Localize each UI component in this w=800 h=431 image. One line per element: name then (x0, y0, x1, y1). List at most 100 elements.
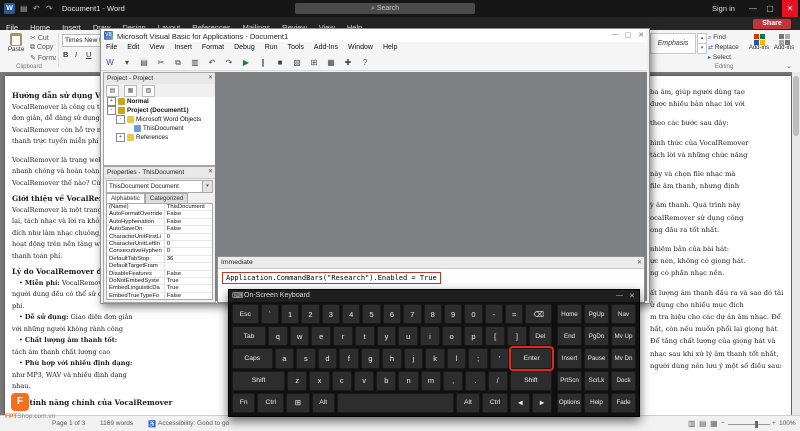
zoom-out-button[interactable]: − (721, 420, 725, 427)
key-7[interactable]: 7 (403, 304, 421, 324)
zoom-slider-thumb[interactable] (755, 421, 758, 428)
vba-menu-file[interactable]: File (101, 42, 122, 54)
key-backtick[interactable]: ` (261, 304, 279, 324)
cut-icon[interactable]: ✂ (153, 55, 169, 70)
redo-icon[interactable]: ↷ (221, 55, 237, 70)
key-comma[interactable]: , (443, 371, 463, 391)
zoom-level[interactable]: 100% (779, 420, 796, 427)
key-caps[interactable]: Caps (232, 348, 273, 368)
osk-minimize-button[interactable]: — (616, 292, 623, 299)
redo-icon[interactable]: ↷ (46, 3, 53, 14)
read-mode-icon[interactable]: ▥ (688, 419, 696, 428)
key-i[interactable]: i (420, 326, 440, 346)
project-explorer-icon[interactable]: ⊞ (306, 55, 322, 70)
word-count[interactable]: 1169 words (100, 420, 133, 427)
key-pgup[interactable]: PgUp (584, 304, 609, 324)
scrollbar-thumb[interactable] (793, 76, 799, 136)
property-value[interactable]: False (165, 219, 212, 226)
key-f[interactable]: f (339, 348, 359, 368)
insert-userform-icon[interactable]: ▾ (119, 55, 135, 70)
key-mv-up[interactable]: Mv Up (611, 326, 636, 346)
key-8[interactable]: 8 (424, 304, 442, 324)
key-v[interactable]: v (354, 371, 374, 391)
vba-menu-edit[interactable]: Edit (122, 42, 144, 54)
key-ctrl-right[interactable]: Ctrl (482, 393, 509, 413)
key-z[interactable]: z (287, 371, 307, 391)
tree-item-project-document1[interactable]: -Project (Document1) (104, 106, 215, 115)
key-help[interactable]: Help (584, 393, 609, 413)
vba-menu-debug[interactable]: Debug (229, 42, 260, 54)
key-e[interactable]: e (311, 326, 331, 346)
key-win[interactable]: ⊞ (286, 393, 309, 413)
key-w[interactable]: w (290, 326, 310, 346)
key-esc[interactable]: Esc (232, 304, 259, 324)
key-0[interactable]: 0 (464, 304, 482, 324)
property-value[interactable]: 0 (165, 241, 212, 248)
key-backspace[interactable]: ⌫ (525, 304, 552, 324)
property-value[interactable]: 36 (165, 256, 212, 263)
find-button[interactable]: ⌕ Find (708, 34, 742, 44)
style-emphasis[interactable]: Emphasis (650, 33, 696, 54)
key-6[interactable]: 6 (383, 304, 401, 324)
key-home[interactable]: Home (557, 304, 582, 324)
immediate-title[interactable]: Immediate (218, 257, 644, 269)
osk-close-button[interactable]: ✕ (629, 292, 635, 300)
key-g[interactable]: g (361, 348, 381, 368)
key-pause[interactable]: Pause (584, 348, 609, 368)
tree-expand-icon[interactable]: + (116, 133, 125, 142)
view-object-icon[interactable]: ▦ (124, 85, 137, 97)
close-button[interactable]: ✕ (782, 0, 798, 17)
key-b[interactable]: b (376, 371, 396, 391)
key-d[interactable]: d (318, 348, 338, 368)
property-value[interactable] (165, 263, 212, 270)
print-layout-icon[interactable]: ▤ (699, 419, 707, 428)
key-equals[interactable]: = (505, 304, 523, 324)
key-n[interactable]: n (398, 371, 418, 391)
tree-expand-icon[interactable]: + (107, 97, 116, 106)
key-minus[interactable]: - (485, 304, 503, 324)
key-bracket-open[interactable]: [ (485, 326, 505, 346)
key-shift-right[interactable]: Shift (510, 371, 552, 391)
properties-window-icon[interactable]: ▦ (323, 55, 339, 70)
vba-maximize-button[interactable]: ▢ (622, 31, 634, 39)
vba-menu-insert[interactable]: Insert (169, 42, 197, 54)
key-o[interactable]: o (442, 326, 462, 346)
tree-expand-icon[interactable]: - (107, 106, 116, 115)
key-dock[interactable]: Dock (611, 371, 636, 391)
vba-menu-help[interactable]: Help (378, 42, 402, 54)
reset-icon[interactable]: ■ (272, 55, 288, 70)
key-4[interactable]: 4 (342, 304, 360, 324)
key-period[interactable]: . (465, 371, 485, 391)
vba-close-button[interactable]: ✕ (635, 31, 647, 39)
vba-minimize-button[interactable]: — (609, 31, 621, 38)
key-j[interactable]: j (404, 348, 424, 368)
key-space[interactable] (337, 393, 454, 413)
key-9[interactable]: 9 (444, 304, 462, 324)
key-y[interactable]: y (377, 326, 397, 346)
key-del[interactable]: Del (529, 326, 552, 346)
key-c[interactable]: c (332, 371, 352, 391)
object-browser-icon[interactable]: ✚ (340, 55, 356, 70)
property-value[interactable]: 0 (165, 248, 212, 255)
key-pgdn[interactable]: PgDn (584, 326, 609, 346)
key-m[interactable]: m (421, 371, 441, 391)
key-end[interactable]: End (557, 326, 582, 346)
vba-menu-view[interactable]: View (144, 42, 169, 54)
key-arrow-left[interactable]: ◄ (510, 393, 530, 413)
vba-menu-tools[interactable]: Tools (283, 42, 309, 54)
vba-menu-add-ins[interactable]: Add-Ins (309, 42, 343, 54)
key-alt-right[interactable]: Alt (456, 393, 479, 413)
immediate-code[interactable]: Application.CommandBars("Research").Enab… (222, 272, 441, 284)
addins-button[interactable]: Add-ins (748, 33, 770, 63)
property-value[interactable]: False (165, 293, 212, 300)
key-r[interactable]: r (333, 326, 353, 346)
vba-menu-window[interactable]: Window (343, 42, 378, 54)
break-icon[interactable]: ∥ (255, 55, 271, 70)
key-fn[interactable]: Fn (232, 393, 255, 413)
key-ctrl-left[interactable]: Ctrl (257, 393, 284, 413)
minimize-button[interactable]: — (745, 0, 761, 17)
key-1[interactable]: 1 (281, 304, 299, 324)
maximize-button[interactable]: ▢ (762, 0, 778, 17)
object-selector[interactable]: ThisDocument Document ▾ (106, 180, 213, 193)
key-p[interactable]: p (464, 326, 484, 346)
